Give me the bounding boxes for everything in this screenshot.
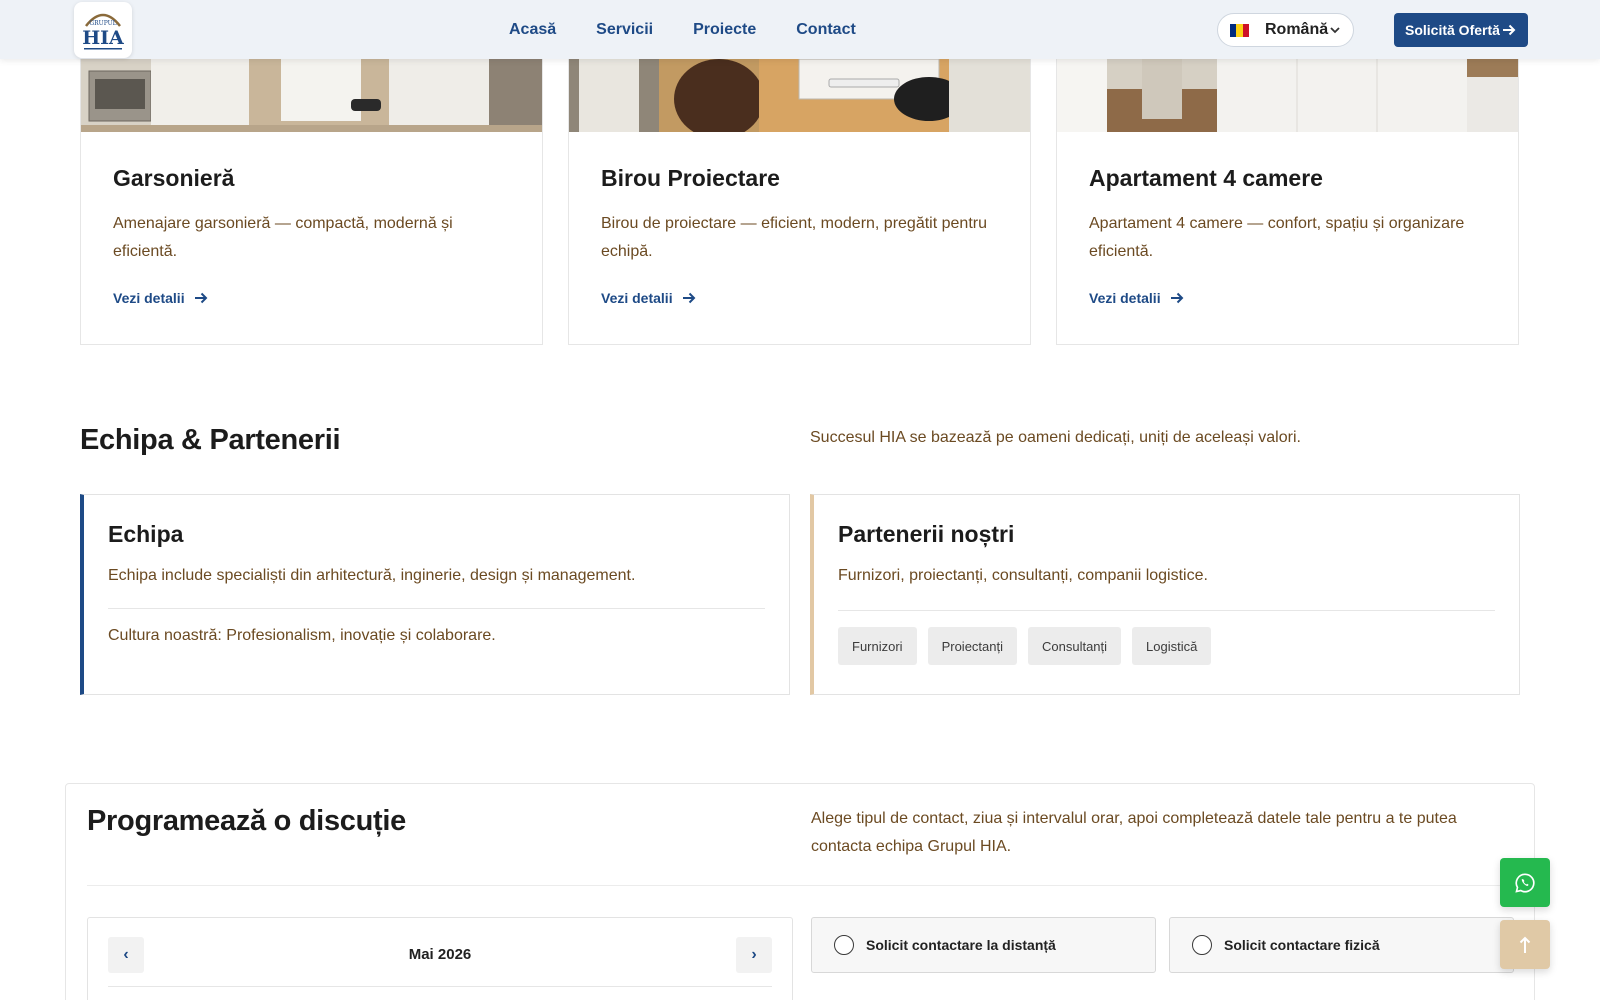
arrow-right-icon [1170,292,1184,304]
project-title: Birou Proiectare [601,165,780,191]
partner-tag: Consultanți [1028,627,1122,665]
nav-link-contact[interactable]: Contact [796,21,856,39]
team-card: Echipa Echipa include specialiști din ar… [80,494,790,695]
project-image[interactable] [1057,59,1518,132]
arrow-right-icon [682,292,696,304]
view-details-link[interactable]: Vezi detalii [601,290,696,306]
contact-remote-label: Solicit contactare la distanță [866,937,1056,953]
project-description: Apartament 4 camere — confort, spațiu și… [1089,215,1465,260]
calendar: ‹ Mai 2026 › [87,917,793,1000]
project-image[interactable] [81,59,542,132]
arrow-right-icon [194,292,208,304]
team-card-title: Echipa [108,521,184,547]
divider [87,885,1513,886]
chevron-down-icon [1330,27,1340,34]
language-selector[interactable]: Română [1217,13,1354,47]
calendar-month: Mai 2026 [408,946,472,963]
divider [108,986,772,987]
team-section-title: Echipa & Partenerii [80,424,341,456]
nav-link-projects[interactable]: Proiecte [693,21,756,39]
view-details-label: Vezi detalii [113,290,185,306]
whatsapp-icon [1515,872,1535,893]
radio-button[interactable] [1192,935,1212,955]
partner-tag: Proiectanți [927,627,1017,665]
view-details-label: Vezi detalii [1089,290,1161,306]
divider [108,608,765,609]
main-nav: Acasă Servicii Proiecte Contact [509,0,896,59]
contact-physical-label: Solicit contactare fizică [1224,937,1380,953]
project-description: Amenajare garsonieră — compactă, modernă… [113,215,453,260]
contact-physical-option[interactable]: Solicit contactare fizică [1169,917,1514,973]
view-details-label: Vezi detalii [601,290,673,306]
project-title: Garsonieră [113,165,235,191]
partners-card-title: Partenerii noștri [838,521,1015,547]
partner-tag: Logistică [1132,627,1212,665]
arrow-up-icon [1519,936,1531,953]
team-card-text: Echipa include specialiști din arhitectu… [108,567,636,584]
request-offer-button[interactable]: Solicită Ofertă [1394,13,1528,47]
svg-text:HIA: HIA [82,27,124,49]
project-image[interactable] [569,59,1030,132]
whatsapp-button[interactable] [1500,858,1550,907]
radio-button[interactable] [834,935,854,955]
view-details-link[interactable]: Vezi detalii [1089,290,1184,306]
logo[interactable]: GRUPUL HIA [74,2,132,58]
contact-remote-option[interactable]: Solicit contactare la distanță [811,917,1156,973]
logo-mark-icon: GRUPUL HIA [82,13,124,50]
site-header: GRUPUL HIA Acasă Servicii Proiecte Conta… [0,0,1600,59]
calendar-next-button[interactable]: › [736,937,772,973]
divider [838,610,1495,611]
language-label: Română [1265,21,1329,38]
project-title: Apartament 4 camere [1089,165,1323,191]
svg-text:GRUPUL: GRUPUL [89,20,116,27]
project-description: Birou de proiectare — eficient, modern, … [601,215,987,260]
scroll-to-top-button[interactable] [1500,920,1550,969]
team-section-lead: Succesul HIA se bazează pe oameni dedica… [810,429,1301,446]
partner-tag: Furnizori [838,627,917,665]
project-card-studio: Garsonieră Amenajare garsonieră — compac… [80,59,543,345]
partners-card-text: Furnizori, proiectanți, consultanți, com… [838,567,1208,584]
view-details-link[interactable]: Vezi detalii [113,290,208,306]
schedule-section: Programează o discuție Alege tipul de co… [65,783,1535,1000]
nav-link-services[interactable]: Servicii [596,21,653,39]
request-offer-label: Solicită Ofertă [1405,22,1500,38]
team-culture-text: Cultura noastră: Profesionalism, inovați… [108,627,496,644]
nav-link-home[interactable]: Acasă [509,21,556,39]
project-card-apartment: Apartament 4 camere Apartament 4 camere … [1056,59,1519,345]
schedule-title: Programează o discuție [87,805,406,837]
project-card-office: Birou Proiectare Birou de proiectare — e… [568,59,1031,345]
partner-tags: Furnizori Proiectanți Consultanți Logist… [838,627,1222,665]
arrow-right-icon [1503,24,1516,36]
partners-card: Partenerii noștri Furnizori, proiectanți… [810,494,1520,695]
romania-flag-icon [1230,23,1249,37]
schedule-lead: Alege tipul de contact, ziua și interval… [811,810,1457,855]
